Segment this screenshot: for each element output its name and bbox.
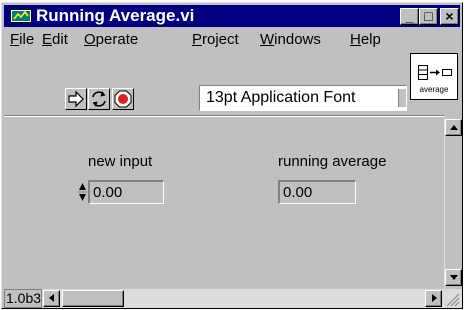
run-continuously-button[interactable] (88, 88, 110, 110)
new-input-field[interactable]: 0.00 (88, 180, 164, 204)
vi-icon-pane[interactable]: average (410, 53, 458, 100)
menu-bar: File Edit Operate Project Windows Help (4, 29, 404, 51)
running-average-value: 0.00 (283, 184, 313, 201)
menu-help[interactable]: Help (350, 31, 381, 48)
abort-stop-icon (114, 90, 132, 108)
vi-window: Running Average.vi _ □ × File Edit Opera… (1, 2, 463, 309)
window-title: Running Average.vi (36, 6, 195, 25)
menu-file[interactable]: File (10, 31, 34, 48)
vi-window-icon (10, 9, 32, 23)
scroll-down-button[interactable] (445, 269, 462, 286)
scroll-up-button[interactable] (445, 119, 462, 136)
increment-decrement-icon[interactable] (78, 180, 87, 204)
vi-icon-label: average (419, 85, 449, 94)
maximize-icon: □ (424, 8, 433, 24)
resize-grip-icon[interactable] (444, 291, 460, 307)
minimize-icon: _ (405, 8, 414, 24)
title-bar[interactable]: Running Average.vi _ □ × (4, 5, 460, 27)
font-ring-value: 13pt Application Font (206, 89, 356, 106)
left-arrow-icon (49, 294, 54, 302)
running-average-display: 0.00 (278, 180, 356, 204)
right-arrow-icon (432, 294, 437, 302)
scroll-left-button[interactable] (43, 290, 60, 307)
new-input-value: 0.00 (93, 184, 123, 201)
version-indicator: 1.0b3 (4, 289, 42, 308)
abort-button[interactable] (112, 88, 134, 110)
horizontal-scrollbar[interactable]: 1.0b3 (4, 289, 462, 308)
font-ring[interactable]: 13pt Application Font (199, 85, 407, 111)
menu-operate[interactable]: Operate (84, 31, 138, 48)
minimize-button[interactable]: _ (400, 8, 419, 25)
maximize-button[interactable]: □ (419, 8, 438, 25)
down-arrow-icon (450, 275, 458, 280)
run-arrow-icon (68, 90, 84, 108)
menu-windows[interactable]: Windows (260, 31, 321, 48)
running-average-label: running average (278, 153, 387, 170)
horizontal-scroll-thumb[interactable] (62, 290, 124, 307)
run-continuously-icon (92, 91, 106, 107)
scroll-right-button[interactable] (425, 290, 442, 307)
run-button[interactable] (65, 88, 87, 110)
new-input-label: new input (88, 153, 153, 170)
front-panel: new input 0.00 running average 0.00 (4, 117, 444, 289)
menu-edit[interactable]: Edit (42, 31, 68, 48)
font-ring-dropdown[interactable] (398, 89, 406, 107)
close-icon: × (445, 8, 454, 24)
vertical-scrollbar[interactable] (444, 117, 462, 289)
version-text: 1.0b3 (6, 290, 42, 306)
close-button[interactable]: × (440, 8, 459, 25)
menu-project[interactable]: Project (192, 31, 239, 48)
up-arrow-icon (450, 125, 458, 130)
array-to-scalar-icon (418, 65, 452, 80)
